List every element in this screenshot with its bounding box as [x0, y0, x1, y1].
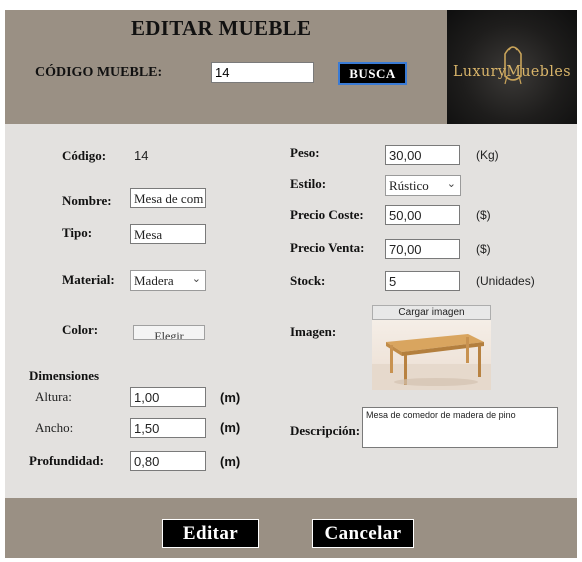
tipo-label: Tipo: — [62, 225, 93, 240]
material-label: Material: — [62, 272, 115, 287]
footer-panel — [5, 498, 577, 558]
descripcion-textarea[interactable]: Mesa de comedor de madera de pino — [362, 407, 558, 448]
svg-text:LuxuryMuebles: LuxuryMuebles — [453, 62, 571, 80]
estilo-select[interactable]: Rústico ⌄ — [385, 175, 461, 196]
code-search-input[interactable]: 14 — [211, 62, 314, 83]
precio-coste-label: Precio Coste: — [290, 207, 364, 222]
precio-venta-input[interactable]: 70,00 — [385, 239, 460, 259]
codigo-value: 14 — [134, 148, 149, 163]
profundidad-unit: (m) — [220, 454, 241, 469]
altura-unit: (m) — [220, 390, 241, 405]
precio-coste-unit: ($) — [476, 208, 491, 222]
load-image-button[interactable]: Cargar imagen — [372, 305, 491, 320]
peso-input[interactable]: 30,00 — [385, 145, 460, 165]
choose-color-button[interactable]: Elegir — [133, 325, 205, 340]
precio-coste-input[interactable]: 50,00 — [385, 205, 460, 225]
edit-furniture-window: EDITAR MUEBLE CÓDIGO MUEBLE: 14 BUSCA Lu… — [5, 10, 577, 558]
profundidad-input[interactable]: 0,80 — [130, 451, 206, 471]
chevron-down-icon: ⌄ — [446, 177, 456, 190]
estilo-select-value: Rústico — [389, 178, 429, 193]
stock-label: Stock: — [290, 273, 326, 288]
material-select-value: Madera — [134, 273, 174, 288]
dimensions-heading: Dimensiones — [29, 368, 100, 383]
search-button[interactable]: BUSCA — [338, 62, 407, 85]
profundidad-label: Profundidad: — [29, 453, 104, 468]
peso-unit: (Kg) — [476, 148, 499, 162]
color-label: Color: — [62, 322, 99, 337]
code-search-label: CÓDIGO MUEBLE: — [35, 65, 163, 80]
nombre-input[interactable]: Mesa de com — [130, 188, 206, 208]
logo-graphic: LuxuryMuebles — [453, 46, 571, 85]
ancho-unit: (m) — [220, 420, 241, 435]
edit-button[interactable]: Editar — [162, 519, 259, 548]
chevron-down-icon: ⌄ — [191, 272, 201, 285]
ancho-input[interactable]: 1,50 — [130, 418, 206, 438]
cancel-button[interactable]: Cancelar — [312, 519, 414, 548]
table-illustration — [372, 334, 491, 390]
precio-venta-label: Precio Venta: — [290, 240, 365, 255]
furniture-photo — [372, 320, 491, 390]
peso-label: Peso: — [290, 145, 320, 160]
page-title: EDITAR MUEBLE — [131, 16, 312, 40]
header-panel: EDITAR MUEBLE CÓDIGO MUEBLE: 14 BUSCA Lu… — [5, 10, 577, 124]
stock-unit: (Unidades) — [476, 274, 535, 288]
imagen-label: Imagen: — [290, 324, 337, 339]
estilo-label: Estilo: — [290, 176, 327, 191]
stock-input[interactable]: 5 — [385, 271, 460, 291]
descripcion-label: Descripción: — [290, 423, 361, 438]
tipo-input[interactable]: Mesa — [130, 224, 206, 244]
material-select[interactable]: Madera ⌄ — [130, 270, 206, 291]
ancho-label: Ancho: — [35, 420, 74, 435]
brand-logo: LuxuryMuebles — [447, 10, 577, 124]
precio-venta-unit: ($) — [476, 242, 491, 256]
altura-input[interactable]: 1,00 — [130, 387, 206, 407]
altura-label: Altura: — [35, 389, 72, 404]
codigo-label: Código: — [62, 148, 107, 163]
nombre-label: Nombre: — [62, 193, 112, 208]
